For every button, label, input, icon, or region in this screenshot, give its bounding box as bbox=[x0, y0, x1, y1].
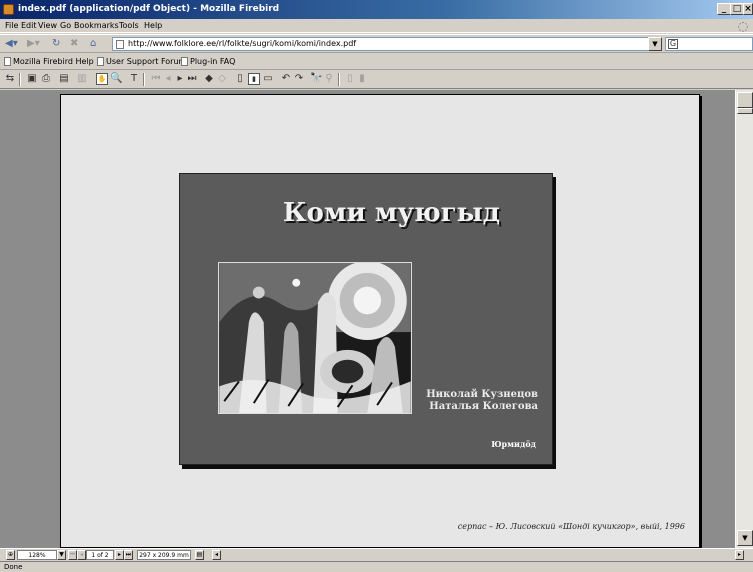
hide-navigation-pane-icon[interactable]: ⇆ bbox=[4, 73, 16, 85]
h-scroll-right-button[interactable]: ▸ bbox=[735, 550, 744, 560]
menu-file[interactable]: File bbox=[5, 21, 18, 30]
reload-button[interactable]: ↻ bbox=[52, 38, 60, 50]
zoom-tool-icon[interactable]: 🔍 bbox=[110, 73, 122, 85]
throbber-icon: ◌ bbox=[737, 19, 749, 33]
home-button[interactable]: ⌂ bbox=[90, 38, 96, 50]
scrollbar-up-button[interactable] bbox=[737, 92, 753, 108]
bookmark-plugin-faq[interactable]: Plug-in FAQ bbox=[181, 57, 235, 66]
author-1: Николай Кузнецов bbox=[426, 389, 538, 400]
menu-tools[interactable]: Tools bbox=[119, 21, 139, 30]
forward-button[interactable]: ▶▾ bbox=[27, 38, 40, 50]
pdf-page: Коми муюгыд Николай Кузнецов Наталья Кол… bbox=[60, 94, 700, 548]
scrollbar-down-button[interactable]: ▼ bbox=[737, 530, 753, 546]
menu-go[interactable]: Go bbox=[60, 21, 71, 30]
close-button[interactable]: × bbox=[743, 3, 753, 15]
window-titlebar: index.pdf (application/pdf Object) - Moz… bbox=[0, 0, 753, 19]
status-prev-page-button[interactable]: ◂ bbox=[77, 550, 86, 560]
cover-artwork-image bbox=[218, 262, 412, 414]
status-first-page-button[interactable]: ⏮ bbox=[68, 550, 77, 560]
print-icon[interactable]: ⎙ bbox=[40, 73, 52, 85]
firebird-app-icon bbox=[3, 4, 14, 15]
first-page-icon[interactable]: ⏮ bbox=[150, 73, 162, 85]
fit-width-icon[interactable]: ▭ bbox=[262, 73, 274, 85]
article-tool-icon[interactable]: ▯ bbox=[344, 73, 356, 85]
find-icon[interactable]: 🔭 bbox=[310, 73, 322, 85]
author-2: Наталья Колегова bbox=[429, 401, 538, 412]
cover-publisher: Юрмидӧд bbox=[491, 439, 536, 449]
bookmark-user-support-forum[interactable]: User Support Forum bbox=[97, 57, 186, 66]
pdf-viewer[interactable]: Коми муюгыд Николай Кузнецов Наталья Кол… bbox=[0, 90, 735, 548]
stop-button[interactable]: ✖ bbox=[70, 38, 78, 50]
status-text: Done bbox=[4, 563, 23, 571]
cover-title: Коми муюгыд bbox=[282, 198, 500, 228]
page-layout-button[interactable]: ▤ bbox=[195, 550, 204, 560]
minimize-button[interactable]: _ bbox=[717, 3, 731, 15]
bookmark-firebird-help[interactable]: Mozilla Firebird Help bbox=[4, 57, 94, 66]
go-forward-icon[interactable]: ◇ bbox=[216, 73, 228, 85]
url-bar[interactable]: http://www.folklore.ee/rl/folkte/sugri/k… bbox=[112, 37, 662, 51]
column-select-icon[interactable]: ▮ bbox=[356, 73, 368, 85]
hand-tool-icon[interactable]: ✋ bbox=[96, 73, 108, 85]
menu-edit[interactable]: Edit bbox=[21, 21, 37, 30]
fit-page-icon[interactable]: ▮ bbox=[248, 73, 260, 85]
rotate-left-icon[interactable]: ↶ bbox=[280, 73, 292, 85]
next-page-icon[interactable]: ▸ bbox=[174, 73, 186, 85]
zoom-menu-icon[interactable]: ⊕ bbox=[6, 550, 15, 560]
menu-help[interactable]: Help bbox=[144, 21, 162, 30]
navigation-toolbar: ◀▾ ▶▾ ↻ ✖ ⌂ http://www.folklore.ee/rl/fo… bbox=[0, 34, 753, 53]
acrobat-status-bar: ⊕ 128% ▼ ⏮ ◂ 1 of 2 ▸ ⏭ 297 x 209.9 mm ▤… bbox=[0, 548, 753, 560]
go-back-icon[interactable]: ◆ bbox=[203, 73, 215, 85]
bookmark-page-icon bbox=[181, 57, 188, 66]
status-last-page-button[interactable]: ⏭ bbox=[124, 550, 133, 560]
page-caption: серпас – Ю. Лисовский «Шонді кучикгор», … bbox=[457, 522, 685, 531]
navigation-pane-icon[interactable]: ▤ bbox=[58, 73, 70, 85]
browser-status-bar: Done bbox=[0, 561, 753, 572]
text-select-icon[interactable]: T bbox=[128, 73, 140, 85]
url-text: http://www.folklore.ee/rl/folkte/sugri/k… bbox=[128, 39, 357, 48]
page-size-field: 297 x 209.9 mm bbox=[137, 550, 191, 560]
actual-size-icon[interactable]: ▯ bbox=[234, 73, 246, 85]
bookmarks-toolbar: Mozilla Firebird Help User Support Forum… bbox=[0, 55, 753, 70]
previous-page-icon[interactable]: ◂ bbox=[162, 73, 174, 85]
thumbnails-icon[interactable]: ▥ bbox=[76, 73, 88, 85]
bookmark-page-icon bbox=[97, 57, 104, 66]
cover-authors: Николай Кузнецов Наталья Колегова bbox=[402, 389, 538, 413]
save-icon[interactable]: ▣ bbox=[26, 73, 38, 85]
window-title: index.pdf (application/pdf Object) - Moz… bbox=[18, 4, 280, 14]
maximize-button[interactable]: □ bbox=[730, 3, 744, 15]
page-number-field[interactable]: 1 of 2 bbox=[86, 550, 114, 560]
status-next-page-button[interactable]: ▸ bbox=[115, 550, 124, 560]
web-search-icon[interactable]: ⚲ bbox=[323, 73, 335, 85]
zoom-dropdown-button[interactable]: ▼ bbox=[57, 550, 66, 560]
page-icon bbox=[116, 40, 124, 49]
menu-bookmarks[interactable]: Bookmarks bbox=[74, 21, 119, 30]
zoom-field[interactable]: 128% bbox=[17, 550, 57, 560]
vertical-scrollbar[interactable]: ▼ bbox=[735, 90, 753, 548]
menubar: File Edit View Go Bookmarks Tools Help ◌ bbox=[0, 19, 753, 33]
google-search-icon: G bbox=[668, 39, 678, 49]
scrollbar-thumb[interactable] bbox=[737, 108, 753, 114]
bookmark-page-icon bbox=[4, 57, 11, 66]
rotate-right-icon[interactable]: ↷ bbox=[293, 73, 305, 85]
menu-view[interactable]: View bbox=[38, 21, 57, 30]
last-page-icon[interactable]: ⏭ bbox=[186, 73, 198, 85]
back-button[interactable]: ◀▾ bbox=[5, 38, 18, 50]
search-input[interactable]: G bbox=[665, 37, 753, 51]
h-scroll-left-button[interactable]: ◂ bbox=[212, 550, 221, 560]
book-cover: Коми муюгыд Николай Кузнецов Наталья Кол… bbox=[179, 173, 553, 465]
acrobat-toolbar: ⇆ ▣ ⎙ ▤ ▥ ✋ 🔍 T ⏮ ◂ ▸ ⏭ ◆ ◇ ▯ ▮ ▭ ↶ ↷ 🔭 … bbox=[0, 71, 753, 89]
url-dropdown-button[interactable]: ▼ bbox=[648, 37, 662, 51]
